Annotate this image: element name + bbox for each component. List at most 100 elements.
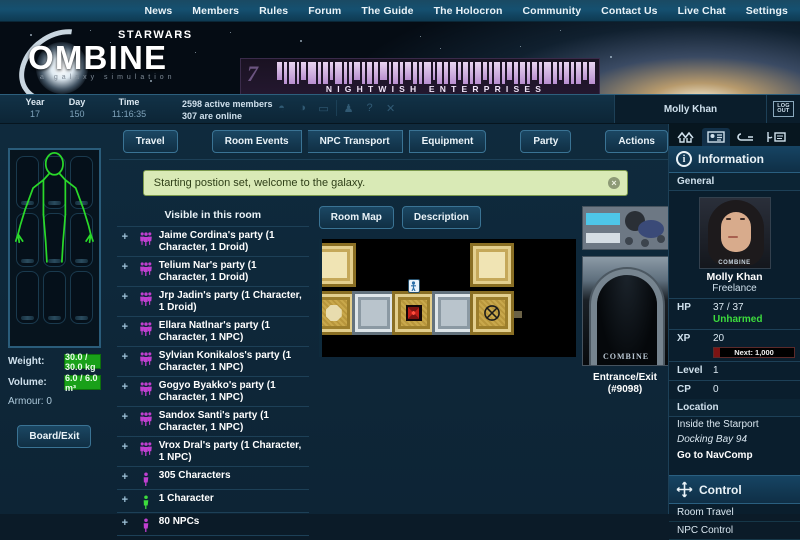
visible-entity-row[interactable]: + Sylvian Konikalos's party (1 Character,… [116,347,309,377]
visible-entity-row[interactable]: + Telium Nar's party (1 Character, 1 Droi… [116,257,309,287]
nav-item-the-guide[interactable]: The Guide [361,5,413,17]
barcode-bar [393,62,399,84]
map-tile-octagon[interactable] [321,291,356,335]
entrance-image[interactable]: COMBINE [582,256,670,366]
facility-thumbnail[interactable] [582,206,670,250]
combine-logo[interactable]: OMBINE STARWARS a galaxy simulation [4,22,225,94]
logo-combine-text: OMBINE [28,39,168,76]
board-exit-button[interactable]: Board/Exit [17,425,92,448]
globe-icon[interactable]: ◓ [273,99,291,117]
navcomp-link[interactable]: Go to NavComp [669,447,800,467]
tile-inner [403,302,425,324]
map-tile-upper-left[interactable] [321,243,356,287]
close-icon[interactable]: × [608,177,620,189]
equipment-slot[interactable] [16,270,39,324]
visible-entity-row[interactable]: +305 Characters [116,467,309,490]
tab-party[interactable]: Party [520,130,572,153]
visible-entity-row[interactable]: + Jrp Jadin's party (1 Character, 1 Droid… [116,287,309,317]
control-header: Control [669,475,800,504]
nav-item-live-chat[interactable]: Live Chat [678,5,726,17]
help-icon[interactable]: ? [361,99,379,117]
tab-datapad[interactable] [762,128,790,146]
room-map-grid[interactable] [318,239,576,357]
equipment-slot[interactable] [16,213,39,267]
avatar-eye-right [739,218,745,220]
person-icon[interactable]: ♟ [340,99,358,117]
tab-room-events[interactable]: Room Events [211,130,302,153]
tab-actions[interactable]: Actions [605,130,668,153]
nav-item-the-holocron[interactable]: The Holocron [434,5,503,17]
nav-item-rules[interactable]: Rules [259,5,288,17]
barcode-bar [474,62,482,84]
visible-entity-row[interactable]: + Vrox Dral's party (1 Character, 1 NPC) [116,437,309,467]
map-tile-current-room[interactable] [391,291,436,335]
expand-icon[interactable]: + [117,410,133,423]
shield-icon[interactable]: ◑ [294,99,312,117]
main-content: Weight: 30.0 / 30.0 kg Volume: 6.0 / 6.0… [0,124,800,540]
expand-icon[interactable]: + [117,260,133,273]
equipment-slot[interactable] [42,156,66,210]
expand-icon[interactable]: + [117,290,133,303]
tab-home[interactable] [672,128,700,146]
visible-entity-row[interactable]: + Ellara Natlnar's party (1 Character, 1 … [116,317,309,347]
expand-icon[interactable]: + [117,440,133,453]
nav-item-members[interactable]: Members [192,5,239,17]
entity-label: Jrp Jadin's party (1 Character, 1 Droid) [158,290,302,313]
map-tile-upper-right[interactable] [469,243,514,287]
expand-icon[interactable]: + [117,516,133,529]
entity-label: 1 Character [158,493,214,504]
logout-button[interactable]: LOG OUT [766,95,800,123]
barcode-bar [322,62,328,84]
nav-item-news[interactable]: News [144,5,172,17]
equipment-slot[interactable] [42,270,66,324]
weight-bar: 30.0 / 30.0 kg [64,352,101,372]
expand-icon[interactable]: + [117,470,133,483]
visible-entity-row[interactable]: + Jaime Cordina's party (1 Character, 1 D… [116,227,309,257]
advertisement-banner[interactable]: 7 NIGHTWISH ENTERPRISES [240,58,600,94]
description-button[interactable]: Description [401,206,481,229]
expand-icon[interactable]: + [117,320,133,333]
nav-item-community[interactable]: Community [523,5,582,17]
location-secondary: Docking Bay 94 [677,434,748,445]
info-icon: i [676,151,692,167]
equipment-slot[interactable] [69,213,93,267]
avatar[interactable]: COMBINE [698,197,771,269]
expand-icon[interactable]: + [117,380,133,393]
barcode-bar [283,62,287,84]
map-tile-grey-1[interactable] [351,291,396,335]
tab-information[interactable] [702,128,730,146]
visible-entity-row[interactable]: +80 NPCs [116,513,309,536]
close-icon[interactable]: ✕ [382,99,400,117]
nav-item-forum[interactable]: Forum [308,5,341,17]
expand-icon[interactable]: + [117,493,133,506]
tab-tools[interactable] [732,128,760,146]
nav-item-settings[interactable]: Settings [746,5,788,17]
nav-item-contact-us[interactable]: Contact Us [601,5,657,17]
barcode-bar [539,62,543,84]
tab-npc-transport[interactable]: NPC Transport [307,130,403,153]
tab-equipment[interactable]: Equipment [408,130,487,153]
visible-entity-row[interactable]: + Gogyo Byakko's party (1 Character, 1 NP… [116,377,309,407]
equipment-slot[interactable] [69,270,93,324]
tab-travel[interactable]: Travel [122,130,178,153]
action-tab-bar: Travel Room Events NPC Transport Equipment P… [108,124,668,160]
current-user[interactable]: Molly Khan [614,95,766,123]
visible-entity-row[interactable]: + Sandox Santi's party (1 Character, 1 NP… [116,407,309,437]
expand-icon[interactable]: + [117,230,133,243]
equipment-slot[interactable] [69,156,93,210]
visible-entity-row[interactable]: +1 Character [116,490,309,513]
barcode-bar [571,62,575,84]
equipment-slot[interactable] [42,213,66,267]
mail-icon[interactable]: ▭ [315,99,333,117]
move-cross-icon [676,481,693,498]
room-map-button[interactable]: Room Map [318,206,394,229]
equipment-slot[interactable] [16,156,39,210]
control-item-room-travel[interactable]: Room Travel [669,504,800,522]
location-primary: Inside the Starport [677,419,759,430]
barcode-bar [552,62,557,84]
star-dot [230,32,231,33]
day-value: 150 [69,109,85,119]
map-tile-exit[interactable] [469,291,514,335]
control-item-npc-control[interactable]: NPC Control [669,522,800,540]
expand-icon[interactable]: + [117,350,133,363]
